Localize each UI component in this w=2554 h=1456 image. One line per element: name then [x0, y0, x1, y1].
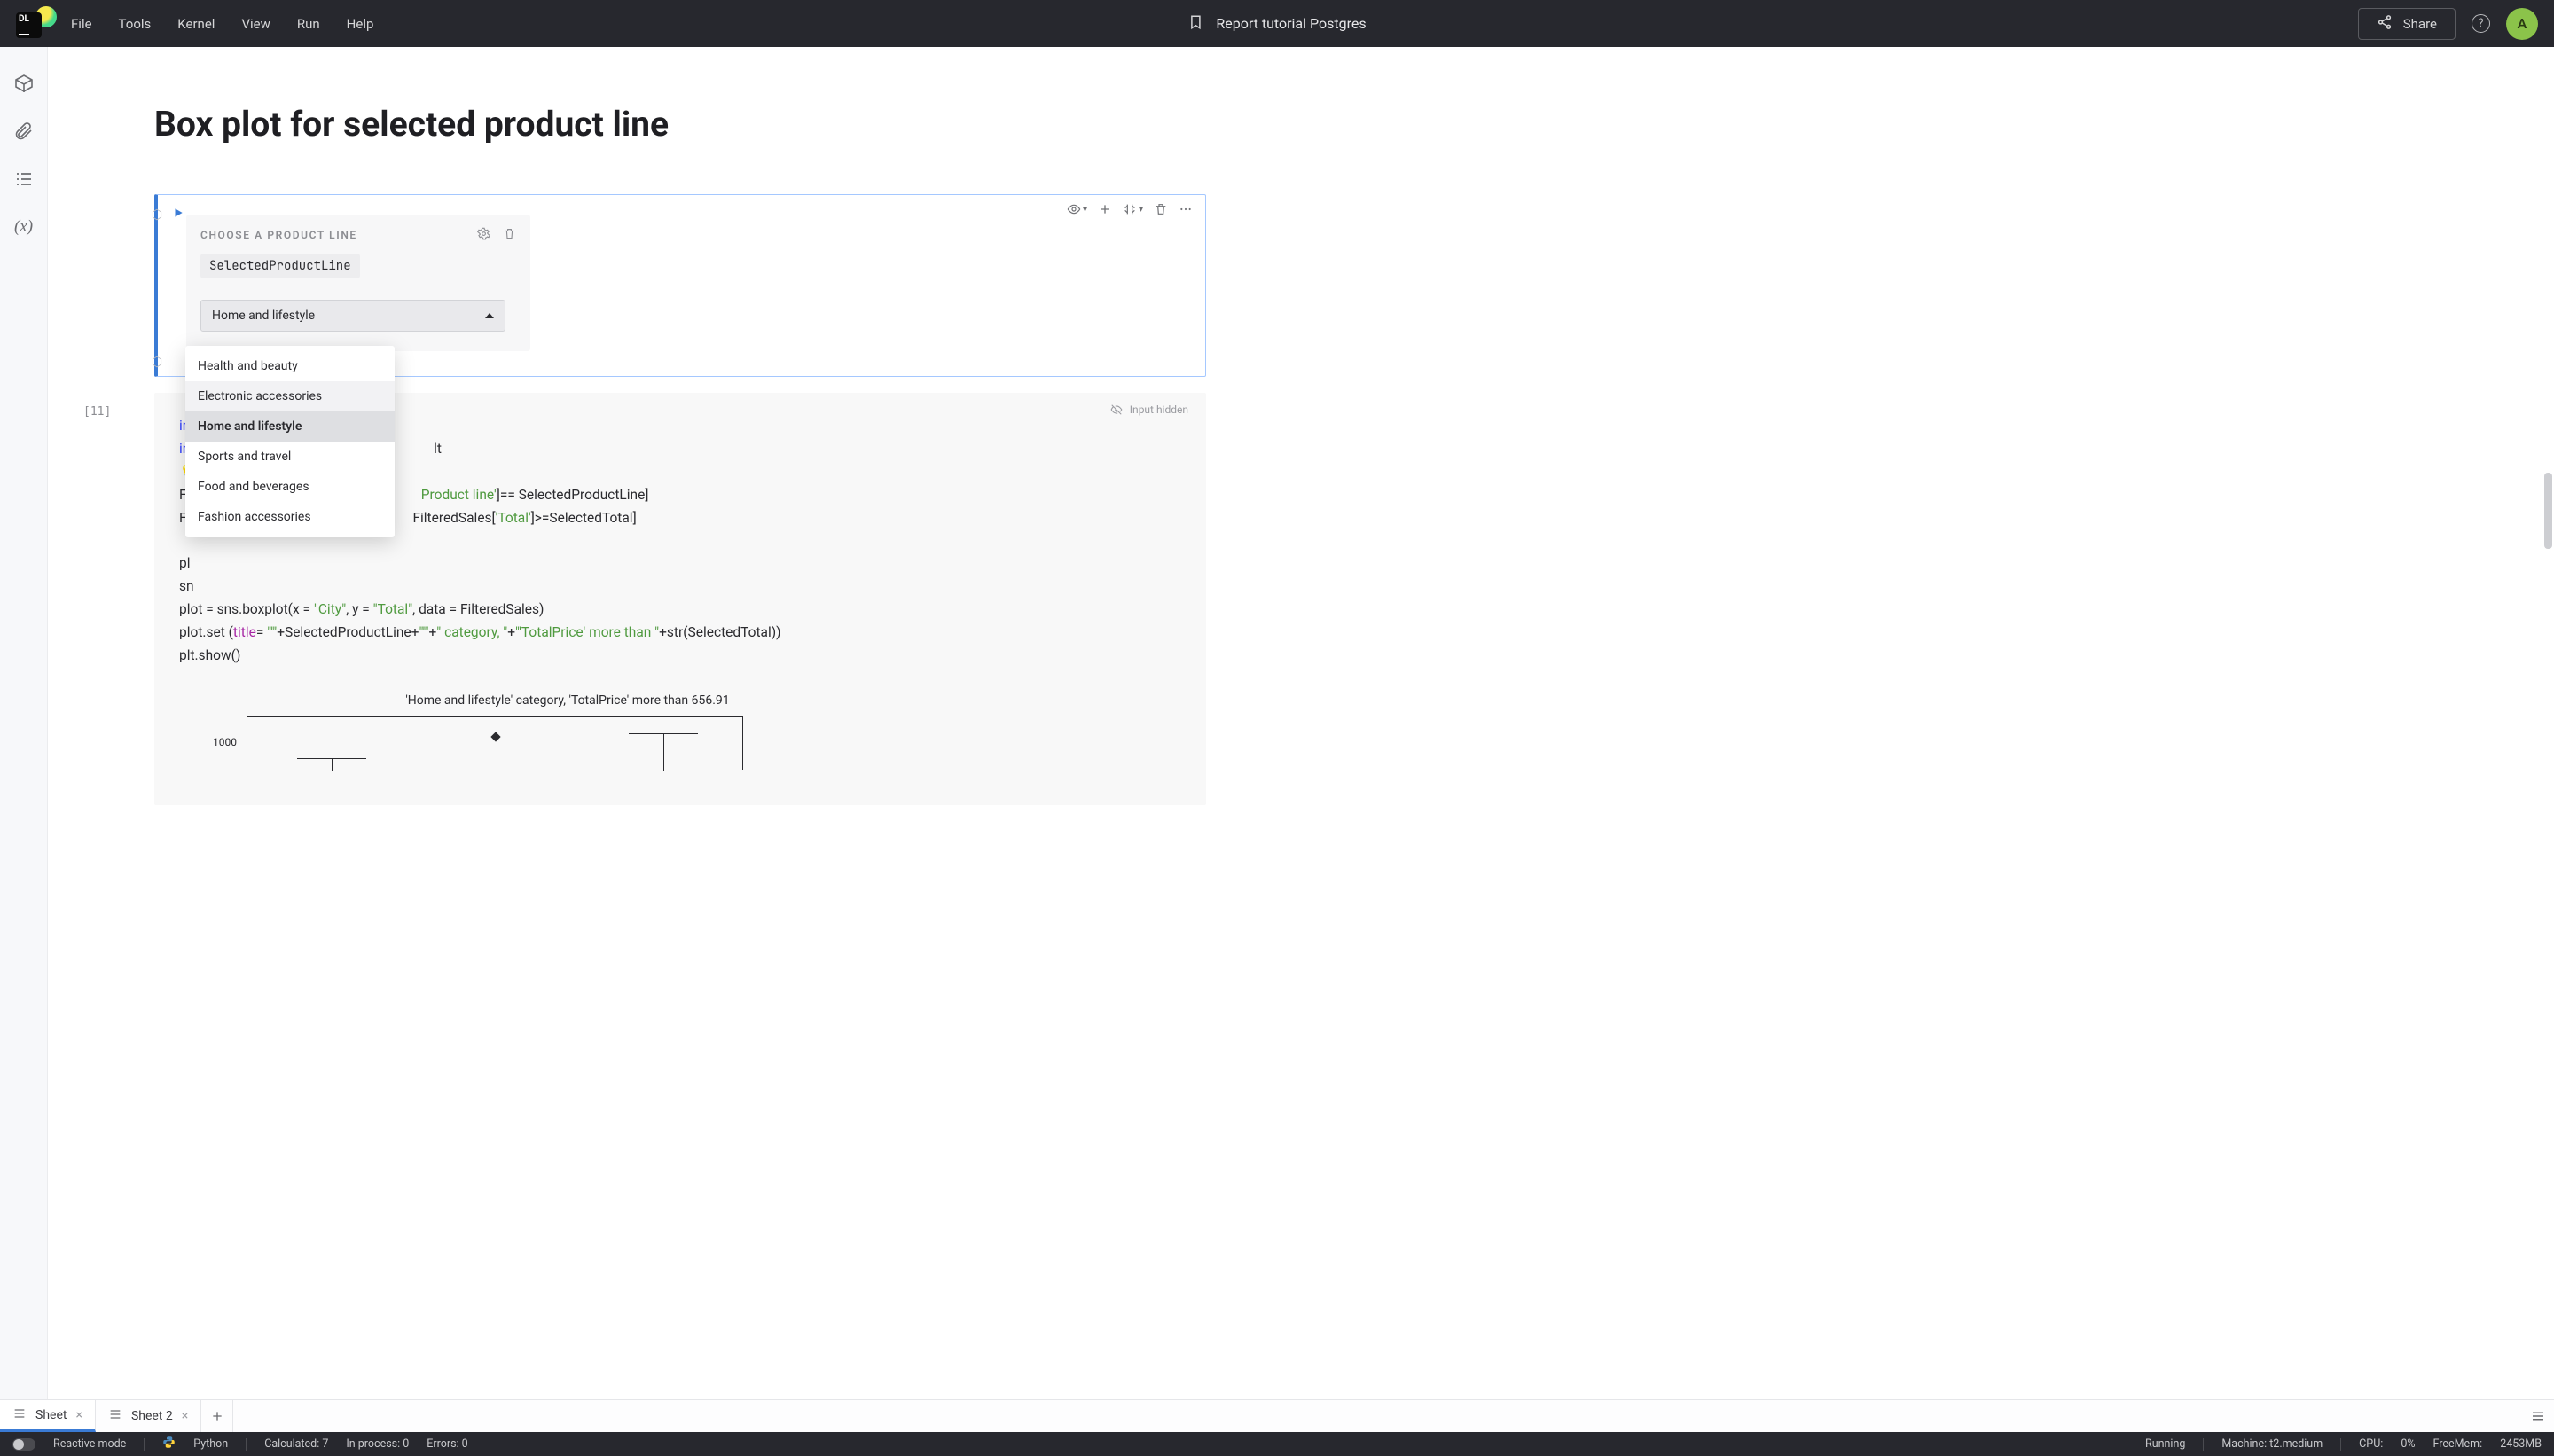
widget-box: CHOOSE A PRODUCT LINE SelectedProductLin… [186, 215, 530, 351]
avatar[interactable]: A [2506, 8, 2538, 40]
chevron-up-icon [485, 313, 494, 318]
menu-help[interactable]: Help [347, 16, 374, 32]
select-value: Home and lifestyle [212, 309, 315, 323]
share-button[interactable]: Share [2358, 8, 2456, 40]
menu-file[interactable]: File [71, 16, 92, 32]
sheet-icon [12, 1406, 27, 1424]
outline-icon[interactable] [12, 168, 35, 191]
left-rail: (x) [0, 47, 48, 1399]
y-tick-1000: 1000 [213, 736, 237, 748]
option-food[interactable]: Food and beverages [185, 472, 395, 502]
execution-count: [11] [83, 405, 111, 419]
option-sports[interactable]: Sports and travel [185, 442, 395, 472]
sheet-bar: Sheet × Sheet 2 × [0, 1399, 2554, 1432]
cpu-label: CPU: [2359, 1437, 2383, 1451]
notebook-canvas[interactable]: Box plot for selected product line ▾ [48, 47, 2554, 1399]
help-button[interactable]: ? [2472, 14, 2490, 33]
sheet-tab-label: Sheet 2 [131, 1409, 173, 1423]
widget-cell[interactable]: ▾ ▾ CHOOSE A PRODUCT LINE [154, 194, 1206, 377]
share-icon [2377, 14, 2393, 34]
mem-label: FreeMem: [2433, 1437, 2483, 1451]
sheet-tab-label: Sheet [35, 1408, 67, 1422]
widget-variable-chip: SelectedProductLine [200, 254, 360, 278]
top-bar: DL File Tools Kernel View Run Help Repor… [0, 0, 2554, 47]
machine-label: Machine: t2.medium [2221, 1437, 2323, 1451]
add-cell-icon[interactable] [1098, 202, 1112, 216]
plot-area [247, 716, 743, 770]
more-cell-icon[interactable] [1179, 202, 1193, 216]
delete-cell-icon[interactable] [1154, 202, 1168, 216]
cell-toolbar: ▾ ▾ [1067, 202, 1193, 216]
mem-value: 2453MB [2500, 1437, 2542, 1451]
sheet-overflow-button[interactable] [2522, 1400, 2554, 1432]
python-label[interactable]: Python [193, 1437, 228, 1451]
cpu-value: 0% [2401, 1437, 2415, 1451]
python-icon [162, 1436, 176, 1452]
close-sheet-icon[interactable]: × [75, 1408, 82, 1422]
errors-label: Errors: 0 [427, 1437, 467, 1451]
widget-settings-icon[interactable] [477, 227, 490, 243]
sheet-tab-2[interactable]: Sheet 2 × [96, 1400, 201, 1432]
menu-kernel[interactable]: Kernel [177, 16, 215, 32]
scrollbar-thumb[interactable] [2544, 473, 2552, 549]
sheet-icon [108, 1407, 122, 1425]
option-electronic[interactable]: Electronic accessories [185, 381, 395, 411]
run-cell-button[interactable] [172, 206, 184, 223]
widget-header: CHOOSE A PRODUCT LINE [200, 227, 516, 243]
kernel-running-label: Running [2145, 1437, 2185, 1451]
menu-view[interactable]: View [241, 16, 270, 32]
topbar-right: Share ? A [2358, 8, 2554, 40]
add-sheet-button[interactable] [201, 1400, 233, 1432]
close-sheet-icon[interactable]: × [182, 1409, 188, 1423]
cell-collapse-top-icon[interactable] [151, 207, 163, 220]
document-title: Report tutorial Postgres [1216, 15, 1366, 32]
status-bar: Reactive mode Python Calculated: 7 In pr… [0, 1432, 2554, 1456]
variables-icon[interactable]: (x) [12, 215, 35, 239]
cell-collapse-bottom-icon[interactable] [151, 355, 163, 367]
main-menu: File Tools Kernel View Run Help [71, 16, 373, 32]
option-home[interactable]: Home and lifestyle [185, 411, 395, 442]
document-title-area: Report tutorial Postgres [1187, 12, 1366, 35]
option-health[interactable]: Health and beauty [185, 351, 395, 381]
product-line-dropdown: Health and beauty Electronic accessories… [185, 346, 395, 537]
app-root: DL File Tools Kernel View Run Help Repor… [0, 0, 2554, 1456]
widget-caption: CHOOSE A PRODUCT LINE [200, 229, 357, 241]
attachment-icon[interactable] [12, 120, 35, 143]
share-label: Share [2403, 16, 2437, 32]
split-cell-icon[interactable]: ▾ [1123, 202, 1143, 216]
menu-tools[interactable]: Tools [119, 16, 152, 32]
chart-title: 'Home and lifestyle' category, 'TotalPri… [310, 693, 825, 708]
sheet-tab-1[interactable]: Sheet × [0, 1400, 96, 1432]
product-logo: DL [12, 10, 53, 38]
calculated-label: Calculated: 7 [264, 1437, 328, 1451]
content-column: Box plot for selected product line ▾ [154, 104, 1206, 805]
body-row: (x) Box plot for selected product line [0, 47, 2554, 1399]
reactive-toggle[interactable] [12, 1438, 35, 1451]
in-process-label: In process: 0 [346, 1437, 409, 1451]
widget-delete-icon[interactable] [503, 227, 516, 243]
option-fashion[interactable]: Fashion accessories [185, 502, 395, 532]
visibility-icon[interactable]: ▾ [1067, 202, 1087, 216]
menu-run[interactable]: Run [297, 16, 320, 32]
bookmark-icon[interactable] [1187, 12, 1203, 35]
page-title: Box plot for selected product line [154, 104, 1206, 145]
chart-output: 'Home and lifestyle' category, 'TotalPri… [195, 693, 1181, 770]
input-hidden-indicator[interactable]: Input hidden [1110, 403, 1188, 416]
package-icon[interactable] [12, 72, 35, 95]
product-line-select[interactable]: Home and lifestyle [200, 300, 505, 332]
reactive-label: Reactive mode [53, 1437, 126, 1451]
